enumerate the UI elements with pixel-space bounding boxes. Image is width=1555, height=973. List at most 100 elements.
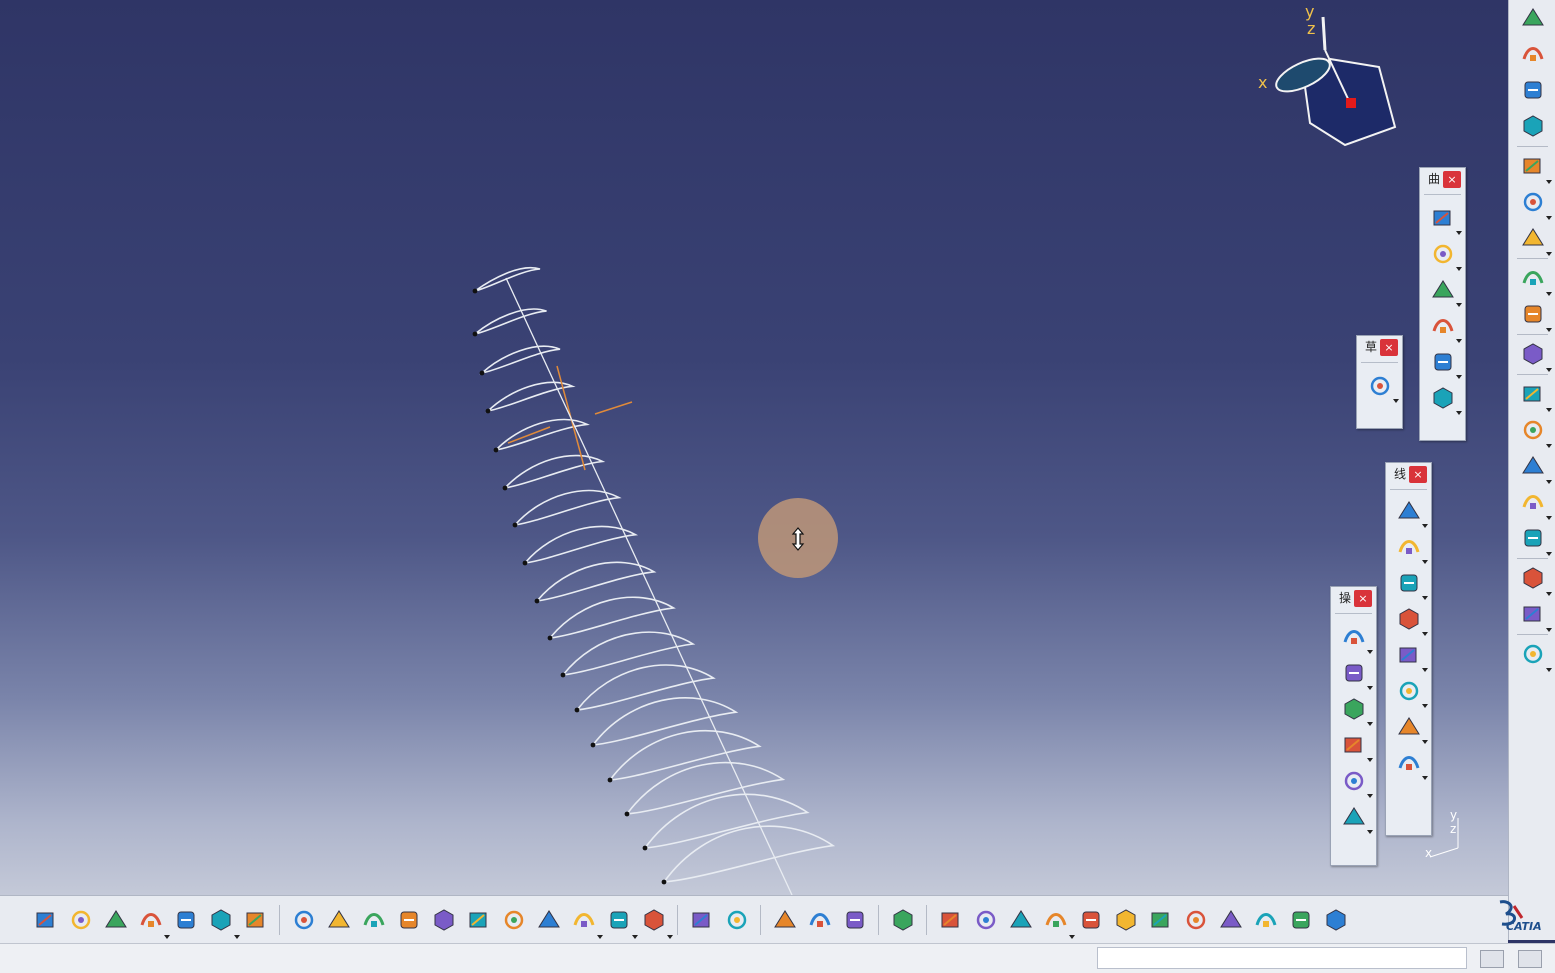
line-tool-button[interactable] — [1394, 532, 1428, 564]
rotate-tool-button[interactable] — [393, 903, 424, 937]
dropdown-arrow-icon[interactable] — [1545, 668, 1552, 672]
check-tool-button[interactable] — [100, 903, 131, 937]
formula-tool-button[interactable] — [30, 903, 61, 937]
law-curve-tool-button[interactable] — [1518, 338, 1552, 372]
projection-tool-button[interactable] — [1394, 604, 1428, 636]
dropdown-arrow-icon[interactable] — [1455, 411, 1462, 415]
capture-tool-button[interactable] — [887, 903, 918, 937]
dropdown-arrow-icon[interactable] — [1421, 596, 1428, 600]
bottom-toolbar[interactable] — [0, 895, 1508, 944]
dropdown-arrow-icon[interactable] — [1421, 524, 1428, 528]
table-tool-button[interactable] — [135, 903, 170, 939]
right-vertical-toolbar[interactable] — [1508, 0, 1555, 940]
product-tool-button[interactable] — [1518, 2, 1548, 34]
dropdown-arrow-icon[interactable] — [1545, 444, 1552, 448]
zoom-in-tool-button[interactable] — [428, 903, 459, 937]
hand-tool-button[interactable] — [970, 903, 1001, 937]
dropdown-arrow-icon[interactable] — [667, 935, 673, 939]
dropdown-arrow-icon[interactable] — [1545, 252, 1552, 256]
plane-tool-button[interactable] — [1394, 568, 1428, 600]
profile-vertex-point[interactable] — [642, 845, 648, 851]
airfoil-profile[interactable] — [502, 454, 606, 490]
floating-toolbar-surfaces[interactable]: 曲 × — [1419, 167, 1466, 441]
dropdown-arrow-icon[interactable] — [1545, 328, 1552, 332]
axis-system-tool-button[interactable] — [1005, 903, 1036, 937]
floating-toolbar-operations[interactable]: 操 × — [1330, 586, 1377, 866]
comment-tool-button[interactable] — [65, 903, 96, 937]
airfoil-profile[interactable] — [575, 664, 716, 712]
boundary-tool-button[interactable] — [1339, 730, 1373, 762]
profile-vertex-point[interactable] — [534, 598, 540, 604]
dropdown-arrow-icon[interactable] — [1455, 375, 1462, 379]
grid-snap-tool-button[interactable] — [1075, 903, 1106, 937]
fillet-tool-button[interactable] — [1339, 802, 1373, 834]
toolbar-title[interactable]: 草 × — [1357, 336, 1402, 358]
profile-vertex-point[interactable] — [607, 777, 613, 783]
repetition-tool-button[interactable] — [1518, 378, 1552, 412]
assembly-tool-button[interactable] — [1518, 74, 1548, 106]
offset-tool-button[interactable] — [1428, 347, 1462, 379]
airfoil-profile[interactable] — [512, 489, 622, 527]
dropdown-arrow-icon[interactable] — [1366, 650, 1373, 654]
apply-material-tool-button[interactable] — [804, 903, 835, 937]
dropdown-arrow-icon[interactable] — [1545, 216, 1552, 220]
point-tool-button[interactable] — [1394, 496, 1428, 528]
profile-vertex-point[interactable] — [560, 672, 566, 678]
profile-vertex-point[interactable] — [512, 522, 518, 528]
dropdown-arrow-icon[interactable] — [1455, 339, 1462, 343]
floating-toolbar-sketch[interactable]: 草 × — [1356, 335, 1403, 429]
mass-tool-button[interactable] — [839, 903, 870, 937]
shading-tool-button[interactable] — [603, 903, 638, 939]
airfoil-profile[interactable] — [643, 793, 810, 849]
parameters-tool-button[interactable] — [240, 903, 271, 937]
dropdown-arrow-icon[interactable] — [1545, 516, 1552, 520]
knowledge-tool-button[interactable] — [1518, 222, 1552, 256]
swap-tool-button[interactable] — [686, 903, 717, 937]
window-close-button[interactable] — [1518, 950, 1542, 968]
circle-tool-button[interactable] — [1394, 712, 1428, 744]
dropdown-arrow-icon[interactable] — [1545, 480, 1552, 484]
dropdown-arrow-icon[interactable] — [1545, 552, 1552, 556]
fill-tool-button[interactable] — [1428, 275, 1462, 307]
part-tool-button[interactable] — [1518, 38, 1548, 70]
pan-tool-button[interactable] — [358, 903, 389, 937]
dropdown-arrow-icon[interactable] — [1366, 722, 1373, 726]
iso-view-tool-button[interactable] — [568, 903, 603, 939]
profile-vertex-point[interactable] — [547, 635, 553, 641]
grid-tool-button[interactable] — [1518, 414, 1552, 448]
dropdown-arrow-icon[interactable] — [1545, 180, 1552, 184]
dropdown-arrow-icon[interactable] — [1421, 776, 1428, 780]
toolbar-title[interactable]: 曲 × — [1420, 168, 1465, 190]
layers-tool-button[interactable] — [1518, 486, 1552, 520]
dropdown-arrow-icon[interactable] — [1421, 704, 1428, 708]
split-tool-button[interactable] — [1339, 658, 1373, 690]
profile-vertex-point[interactable] — [479, 370, 485, 376]
hide-tool-button[interactable] — [1285, 903, 1316, 937]
work-on-support-tool-button[interactable] — [1040, 903, 1075, 939]
sketch-tool-button[interactable] — [1365, 371, 1399, 403]
dropdown-arrow-icon[interactable] — [1421, 740, 1428, 744]
connect-curve-tool-button[interactable] — [1394, 748, 1428, 780]
command-input[interactable] — [1097, 947, 1467, 969]
explode-tool-button[interactable] — [1518, 298, 1552, 332]
select-arrow-tool-button[interactable] — [1518, 262, 1552, 296]
intersection-tool-button[interactable] — [1394, 640, 1428, 672]
profile-vertex-point[interactable] — [590, 742, 596, 748]
measure-tool-button[interactable] — [1518, 598, 1552, 632]
update-tool-button[interactable] — [721, 903, 752, 937]
dropdown-arrow-icon[interactable] — [1366, 830, 1373, 834]
airfoil-profile[interactable] — [625, 761, 786, 815]
dropdown-arrow-icon[interactable] — [1545, 628, 1552, 632]
constraint-tool-button[interactable] — [1180, 903, 1211, 937]
dropdown-arrow-icon[interactable] — [1545, 368, 1552, 372]
profile-vertex-point[interactable] — [574, 707, 580, 713]
structure-tool-button[interactable] — [1250, 903, 1281, 937]
dropdown-arrow-icon[interactable] — [1366, 686, 1373, 690]
snap-tool-button[interactable] — [1110, 903, 1141, 937]
material-tool-button[interactable] — [1518, 562, 1552, 596]
toolbar-title[interactable]: 线 × — [1386, 463, 1431, 485]
sweep-tool-button[interactable] — [1428, 203, 1462, 235]
dropdown-arrow-icon[interactable] — [1545, 408, 1552, 412]
more-tool-button[interactable] — [1320, 903, 1351, 937]
extrude-surface-tool-button[interactable] — [1428, 383, 1462, 415]
